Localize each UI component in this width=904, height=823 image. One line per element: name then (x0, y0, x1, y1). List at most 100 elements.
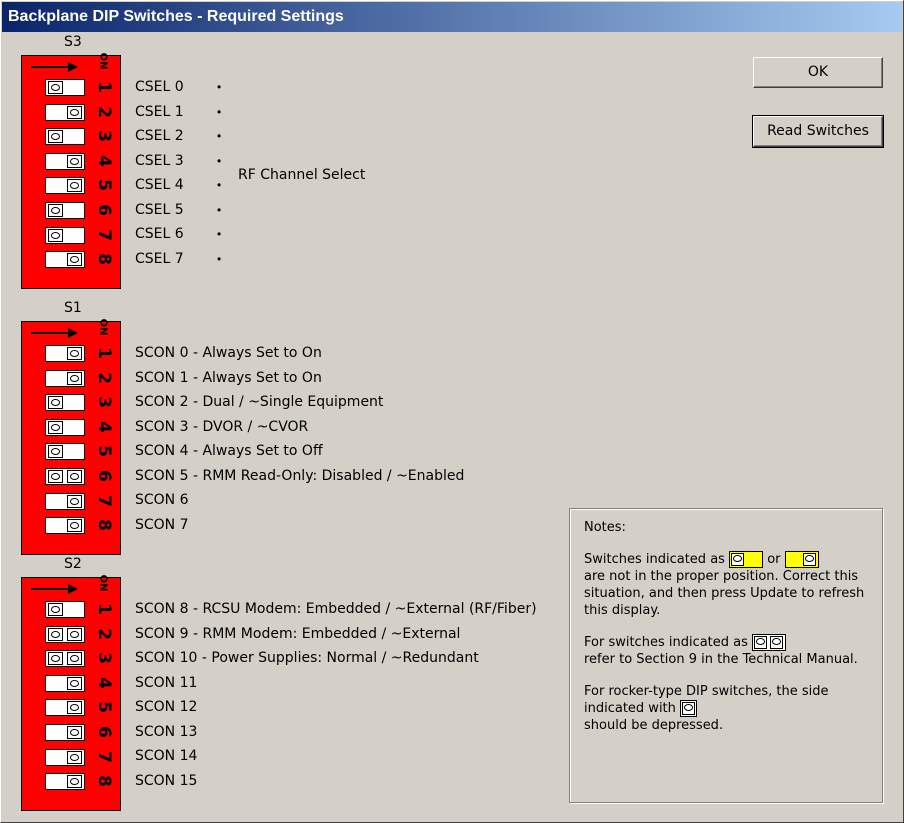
dip-switch-s2: ON 1 2 3 4 5 6 7 8 (21, 574, 121, 811)
dip-row: 6 (22, 465, 120, 486)
switch-label: CSEL 4 (135, 177, 184, 193)
switch-label: SCON 15 (135, 772, 198, 789)
group-title-s2: S2 (64, 556, 82, 572)
switch-knob-icon (48, 130, 63, 144)
switch-number: 4 (94, 154, 114, 167)
switch-label: SCON 4 - Always Set to Off (135, 443, 323, 459)
switch-toggle (45, 699, 85, 717)
switch-knob-icon (67, 154, 82, 168)
switch-label: SCON 14 (135, 748, 198, 764)
dip-row: 2 (22, 367, 120, 388)
switch-left-warning-icon (729, 551, 764, 568)
switch-knob-icon (48, 420, 63, 434)
switch-label: CSEL 0 (135, 79, 184, 95)
switch-label: CSEL 2 (135, 128, 184, 144)
switch-toggle (45, 748, 85, 766)
dip-row: 7 (22, 490, 120, 511)
switch-toggle (45, 394, 85, 412)
bullet-marker: • (217, 153, 222, 168)
dip-row: 6 (22, 199, 120, 220)
switch-toggle (45, 650, 85, 668)
dip-row: 5 (22, 440, 120, 461)
switch-label: CSEL 7 (135, 250, 184, 267)
switch-number: 6 (94, 204, 114, 216)
switch-number: 2 (94, 627, 114, 640)
on-label: ON (97, 574, 109, 592)
switch-label: CSEL 5 (135, 201, 184, 218)
switch-knob-icon (67, 494, 82, 508)
dip-row: 4 (22, 150, 120, 171)
switch-toggle (45, 152, 85, 170)
dip-row: 2 (22, 101, 120, 122)
switch-knob-icon (67, 652, 82, 666)
switch-number: 5 (94, 701, 114, 714)
switch-toggle (45, 103, 85, 121)
switch-number: 6 (94, 470, 114, 482)
bullet-marker: • (217, 227, 222, 241)
switch-label: SCON 13 (135, 723, 198, 740)
rf-channel-select-label: RF Channel Select (238, 167, 366, 183)
dip-switch-s1: ON 1 2 3 4 5 6 7 8 (21, 318, 121, 555)
switch-number: 3 (94, 652, 114, 665)
switch-toggle (45, 128, 85, 146)
dip-row: 4 (22, 672, 120, 693)
switch-number: 8 (94, 775, 114, 788)
arrow-icon (31, 66, 71, 68)
switch-both-icon (752, 634, 787, 651)
switch-knob-icon (67, 701, 82, 715)
switch-knob-icon (48, 603, 63, 616)
switch-label: CSEL 1 (135, 103, 184, 120)
switch-label: SCON 8 - RCSU Modem: Embedded / ~Externa… (135, 601, 537, 617)
switch-toggle (45, 418, 85, 436)
notes-p1-or: or (767, 552, 781, 567)
dip-row: 3 (22, 647, 120, 668)
notes-heading: Notes: (584, 520, 626, 535)
switch-label: SCON 3 - DVOR / ~CVOR (135, 418, 309, 435)
switch-number: 6 (94, 726, 114, 738)
switch-label: SCON 2 - Dual / ~Single Equipment (135, 394, 384, 410)
switch-label: CSEL 3 (135, 152, 184, 169)
notes-paragraph-3: For rocker-type DIP switches, the side i… (584, 683, 868, 734)
switch-right-warning-icon (784, 551, 819, 568)
switch-knob-icon (67, 253, 82, 267)
switch-knob-icon (48, 204, 63, 217)
dip-row: 5 (22, 696, 120, 717)
switch-knob-icon (67, 676, 82, 690)
switch-toggle (45, 369, 85, 387)
switch-knob-icon (67, 347, 82, 360)
switch-number: 8 (94, 519, 114, 532)
switch-label: SCON 5 - RMM Read-Only: Disabled / ~Enab… (135, 467, 465, 484)
switch-number: 7 (94, 228, 114, 241)
dip-row: 5 (22, 174, 120, 195)
dip-row: 1 (22, 342, 120, 363)
switch-number: 3 (94, 130, 114, 143)
switch-knob-icon (48, 627, 63, 641)
switch-knob-icon (48, 652, 63, 666)
switch-knob-icon (67, 775, 82, 789)
on-label: ON (97, 318, 109, 336)
switch-toggle (45, 443, 85, 461)
switch-knob-icon (48, 445, 63, 459)
switch-number: 2 (94, 371, 114, 384)
switch-label: SCON 10 - Power Supplies: Normal / ~Redu… (135, 650, 479, 666)
switch-toggle (45, 674, 85, 692)
switch-label: SCON 9 - RMM Modem: Embedded / ~External (135, 625, 461, 642)
notes-p3-start: For rocker-type DIP switches, the side i… (584, 684, 829, 716)
switch-knob-icon (48, 396, 63, 410)
read-switches-button[interactable]: Read Switches (752, 115, 884, 148)
arrow-head-icon (68, 62, 78, 72)
dip-row: 8 (22, 770, 120, 791)
notes-p3-end: should be depressed. (584, 718, 724, 733)
notes-p1-start: Switches indicated as (584, 552, 725, 567)
ok-button[interactable]: OK (753, 57, 883, 88)
switch-knob-icon (67, 179, 82, 193)
arrow-head-icon (68, 584, 78, 594)
switch-knob-icon (48, 81, 63, 94)
switch-toggle (45, 517, 85, 535)
switch-number: 1 (94, 603, 114, 615)
switch-number: 4 (94, 420, 114, 433)
dip-row: 6 (22, 721, 120, 742)
title-bar: Backplane DIP Switches - Required Settin… (2, 2, 902, 32)
switch-toggle (45, 601, 85, 618)
switch-label: SCON 11 (135, 674, 198, 691)
